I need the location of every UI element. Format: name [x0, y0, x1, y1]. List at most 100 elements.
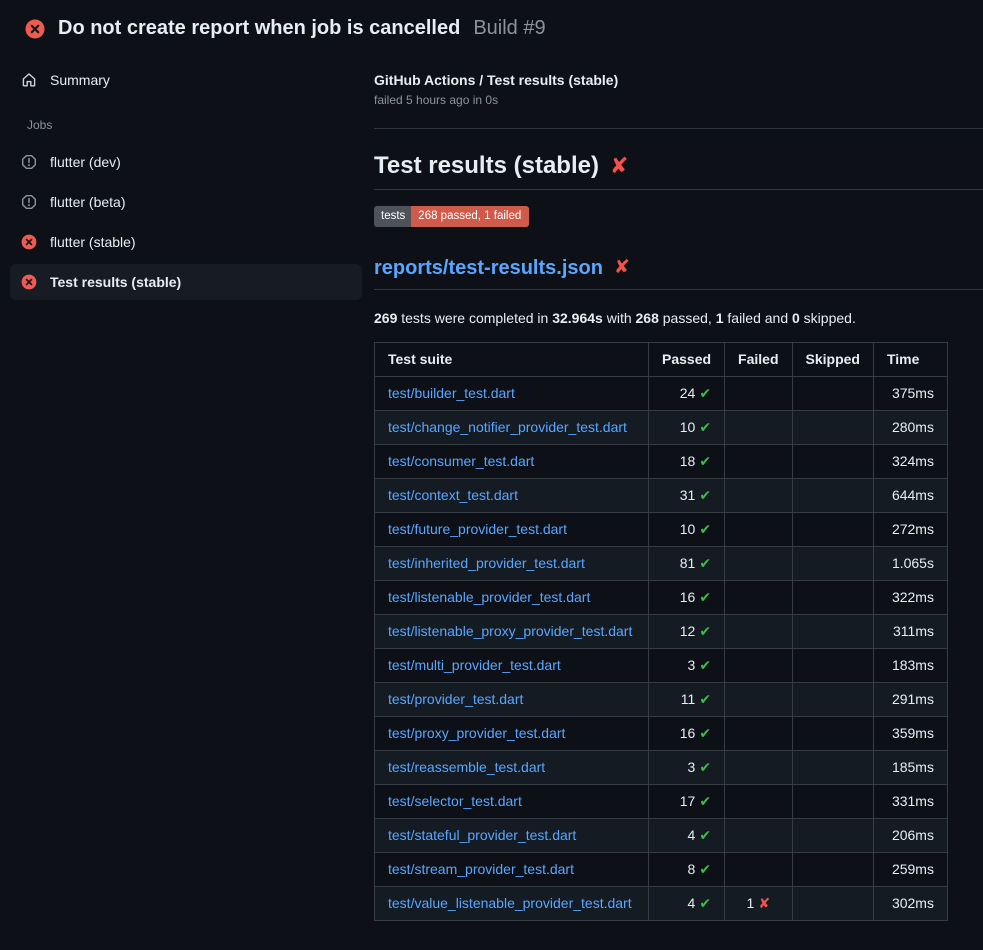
table-row: test/selector_test.dart17✔331ms	[375, 785, 948, 819]
passed-cell: 3✔	[649, 649, 725, 683]
tests-badge: tests 268 passed, 1 failed	[374, 206, 529, 227]
passed-cell: 8✔	[649, 853, 725, 887]
suite-cell: test/selector_test.dart	[375, 785, 649, 819]
skipped-cell	[792, 445, 873, 479]
sidebar-job-flutter-beta-[interactable]: flutter (beta)	[10, 184, 362, 220]
column-header-passed: Passed	[649, 343, 725, 377]
summary-text: skipped.	[800, 310, 856, 326]
table-row: test/listenable_proxy_provider_test.dart…	[375, 615, 948, 649]
summary-number: 268	[636, 310, 659, 326]
failed-cell	[725, 547, 792, 581]
suite-cell: test/listenable_proxy_provider_test.dart	[375, 615, 649, 649]
passed-cell-count: 4	[688, 895, 696, 911]
test-suite-link[interactable]: test/multi_provider_test.dart	[388, 657, 561, 673]
table-row: test/multi_provider_test.dart3✔183ms	[375, 649, 948, 683]
skipped-cell	[792, 785, 873, 819]
check-icon: ✔	[699, 555, 711, 571]
time-cell: 185ms	[873, 751, 947, 785]
test-suite-link[interactable]: test/proxy_provider_test.dart	[388, 725, 565, 741]
failed-status-icon	[25, 19, 45, 39]
report-file-link[interactable]: reports/test-results.json	[374, 255, 603, 281]
cancelled-status-icon	[21, 194, 37, 210]
failed-cell	[725, 785, 792, 819]
test-suite-link[interactable]: test/selector_test.dart	[388, 793, 522, 809]
summary-text: with	[603, 310, 636, 326]
header-divider	[374, 128, 983, 129]
failed-cell	[725, 615, 792, 649]
check-icon: ✔	[699, 487, 711, 503]
test-suite-link[interactable]: test/stateful_provider_test.dart	[388, 827, 576, 843]
sidebar-job-flutter-stable-[interactable]: flutter (stable)	[10, 224, 362, 260]
failed-cell	[725, 581, 792, 615]
job-label: flutter (dev)	[50, 154, 121, 170]
check-icon: ✔	[699, 759, 711, 775]
passed-cell: 31✔	[649, 479, 725, 513]
passed-cell: 11✔	[649, 683, 725, 717]
table-row: test/listenable_provider_test.dart16✔322…	[375, 581, 948, 615]
failed-cell	[725, 819, 792, 853]
test-suite-link[interactable]: test/consumer_test.dart	[388, 453, 534, 469]
check-icon: ✔	[699, 691, 711, 707]
check-icon: ✔	[699, 419, 711, 435]
passed-cell-count: 16	[680, 725, 696, 741]
suite-cell: test/context_test.dart	[375, 479, 649, 513]
suite-cell: test/multi_provider_test.dart	[375, 649, 649, 683]
test-suite-link[interactable]: test/inherited_provider_test.dart	[388, 555, 585, 571]
passed-cell-count: 3	[688, 759, 696, 775]
passed-cell: 10✔	[649, 513, 725, 547]
sidebar-job-flutter-dev-[interactable]: flutter (dev)	[10, 144, 362, 180]
test-suite-link[interactable]: test/value_listenable_provider_test.dart	[388, 895, 632, 911]
suite-cell: test/inherited_provider_test.dart	[375, 547, 649, 581]
summary-number: 269	[374, 310, 397, 326]
skipped-cell	[792, 649, 873, 683]
suite-cell: test/change_notifier_provider_test.dart	[375, 411, 649, 445]
passed-cell: 4✔	[649, 887, 725, 921]
test-suite-link[interactable]: test/listenable_provider_test.dart	[388, 589, 590, 605]
passed-cell: 12✔	[649, 615, 725, 649]
suite-cell: test/consumer_test.dart	[375, 445, 649, 479]
test-suite-link[interactable]: test/future_provider_test.dart	[388, 521, 567, 537]
table-row: test/consumer_test.dart18✔324ms	[375, 445, 948, 479]
cancelled-status-icon	[21, 154, 37, 170]
result-heading-text: Test results (stable)	[374, 152, 599, 180]
test-suite-link[interactable]: test/context_test.dart	[388, 487, 518, 503]
test-suite-link[interactable]: test/stream_provider_test.dart	[388, 861, 574, 877]
failed-cell	[725, 751, 792, 785]
suite-cell: test/stateful_provider_test.dart	[375, 819, 649, 853]
time-cell: 311ms	[873, 615, 947, 649]
sidebar-job-test-results-stable-[interactable]: Test results (stable)	[10, 264, 362, 300]
table-row: test/stateful_provider_test.dart4✔206ms	[375, 819, 948, 853]
column-header-failed: Failed	[725, 343, 792, 377]
skipped-cell	[792, 615, 873, 649]
check-icon: ✔	[699, 895, 711, 911]
summary-number: 0	[792, 310, 800, 326]
test-suite-link[interactable]: test/builder_test.dart	[388, 385, 515, 401]
time-cell: 272ms	[873, 513, 947, 547]
time-cell: 291ms	[873, 683, 947, 717]
badge-label: tests	[374, 206, 411, 227]
jobs-section-label: Jobs	[27, 118, 362, 132]
test-suite-link[interactable]: test/listenable_proxy_provider_test.dart	[388, 623, 632, 639]
passed-cell-count: 16	[680, 589, 696, 605]
sidebar-item-summary[interactable]: Summary	[10, 64, 362, 96]
test-suite-link[interactable]: test/reassemble_test.dart	[388, 759, 545, 775]
passed-cell: 24✔	[649, 377, 725, 411]
skipped-cell	[792, 819, 873, 853]
check-icon: ✔	[699, 793, 711, 809]
time-cell: 644ms	[873, 479, 947, 513]
summary-number: 32.964s	[552, 310, 603, 326]
suite-cell: test/proxy_provider_test.dart	[375, 717, 649, 751]
passed-cell: 81✔	[649, 547, 725, 581]
test-suite-link[interactable]: test/provider_test.dart	[388, 691, 523, 707]
passed-cell-count: 10	[680, 419, 696, 435]
passed-cell: 16✔	[649, 581, 725, 615]
passed-cell-count: 31	[680, 487, 696, 503]
skipped-cell	[792, 581, 873, 615]
check-icon: ✔	[699, 453, 711, 469]
failed-cell	[725, 411, 792, 445]
failed-x-icon: ✘	[610, 152, 628, 180]
test-suite-link[interactable]: test/change_notifier_provider_test.dart	[388, 419, 627, 435]
passed-cell-count: 81	[680, 555, 696, 571]
summary-text: failed and	[724, 310, 793, 326]
passed-cell-count: 10	[680, 521, 696, 537]
